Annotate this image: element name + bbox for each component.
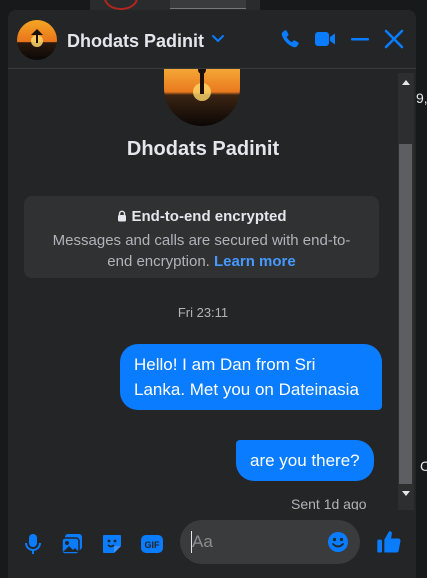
sent-message[interactable]: are you there?	[236, 440, 374, 481]
encryption-notice: End-to-end encrypted Messages and calls …	[24, 196, 379, 278]
background-text-fragment: 9,	[416, 90, 427, 106]
gif-icon[interactable]: GIF	[140, 532, 164, 556]
close-icon[interactable]	[382, 27, 406, 51]
chat-header: Dhodats Padinit	[8, 10, 416, 69]
encryption-title: End-to-end encrypted	[131, 208, 287, 225]
sticker-icon[interactable]	[100, 532, 124, 556]
avatar[interactable]	[17, 20, 57, 60]
chat-window: Dhodats Padinit Dhodats Padinit End-to-e…	[8, 10, 416, 578]
phone-icon[interactable]	[278, 27, 302, 51]
contact-name[interactable]: Dhodats Padinit	[67, 31, 204, 52]
scrollbar-thumb[interactable]	[399, 144, 412, 484]
message-input[interactable]: Aa	[180, 520, 360, 564]
scroll-up-arrow-icon[interactable]	[401, 78, 411, 86]
lock-icon	[118, 210, 127, 222]
learn-more-link[interactable]: Learn more	[214, 253, 296, 270]
background-thumbnail	[170, 0, 246, 9]
emoji-icon[interactable]	[326, 530, 350, 554]
sent-message[interactable]: Hello! I am Dan from Sri Lanka. Met you …	[120, 344, 382, 410]
chevron-down-icon[interactable]	[211, 32, 225, 46]
svg-text:GIF: GIF	[145, 540, 161, 550]
minimize-icon[interactable]	[348, 27, 372, 51]
encryption-text: Messages and calls are secured with end-…	[52, 232, 351, 270]
photo-icon[interactable]	[60, 532, 84, 556]
thumbs-up-icon[interactable]	[375, 528, 403, 556]
message-composer: GIF Aa	[8, 510, 416, 578]
profile-name: Dhodats Padinit	[126, 138, 280, 160]
message-list[interactable]: Dhodats Padinit End-to-end encrypted Mes…	[8, 69, 398, 510]
video-icon[interactable]	[313, 27, 337, 51]
microphone-icon[interactable]	[21, 532, 45, 556]
encryption-text-row: Messages and calls are secured with end-…	[44, 230, 359, 272]
scroll-down-arrow-icon[interactable]	[401, 490, 411, 498]
encryption-title-row: End-to-end encrypted	[24, 208, 379, 225]
delivery-status: Sent 1d ago	[291, 496, 367, 510]
background-text-fragment: C	[420, 458, 427, 474]
profile-avatar[interactable]	[164, 69, 240, 126]
message-input-placeholder: Aa	[192, 532, 213, 551]
message-timestamp: Fri 23:11	[177, 305, 229, 320]
